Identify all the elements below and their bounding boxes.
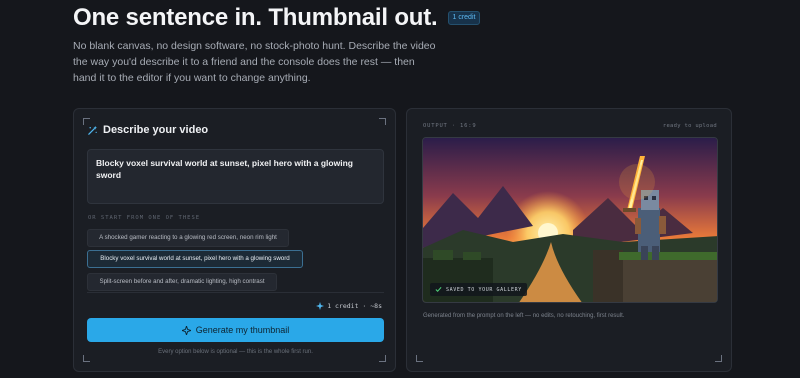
generate-button-label: Generate my thumbnail	[195, 325, 290, 335]
suggestion-chip[interactable]: Split-screen before and after, dramatic …	[87, 273, 277, 291]
frame-corner	[416, 355, 423, 362]
magic-wand-icon	[88, 125, 98, 135]
cost-text: 1 credit · ~8s	[327, 302, 382, 310]
suggestion-chip-selected[interactable]: Blocky voxel survival world at sunset, p…	[87, 250, 303, 268]
hero-title-row: One sentence in. Thumbnail out. 1 credit	[73, 4, 481, 31]
sparkle-icon	[181, 325, 191, 335]
divider	[87, 292, 384, 293]
frame-corner	[83, 118, 90, 125]
describe-panel-header: Describe your video	[87, 124, 208, 136]
frame-corner	[379, 355, 386, 362]
credit-badge: 1 credit	[447, 11, 481, 25]
prompt-input[interactable]: Blocky voxel survival world at sunset, p…	[87, 149, 384, 204]
output-status: ready to upload	[662, 123, 717, 129]
form-footnote: Every option below is optional — this is…	[158, 349, 313, 355]
page-title: One sentence in. Thumbnail out.	[73, 4, 438, 31]
generated-thumbnail[interactable]: SAVED TO YOUR GALLERY	[422, 137, 718, 303]
check-icon	[435, 286, 442, 293]
describe-panel-title: Describe your video	[103, 124, 209, 136]
output-caption: Generated from the prompt on the left — …	[423, 313, 625, 319]
sparkle-icon	[316, 302, 325, 310]
thumbnail-image	[423, 138, 717, 302]
frame-corner	[379, 118, 386, 125]
generate-button[interactable]: Generate my thumbnail	[87, 318, 384, 342]
saved-tag: SAVED TO YOUR GALLERY	[430, 283, 527, 296]
saved-tag-text: SAVED TO YOUR GALLERY	[446, 286, 522, 293]
frame-corner	[715, 355, 722, 362]
hero-description: No blank canvas, no design software, no …	[73, 40, 436, 84]
frame-corner	[83, 355, 90, 362]
cost-indicator: 1 credit · ~8s	[316, 302, 382, 310]
output-panel: OUTPUT · 16:9 ready to upload SAVED TO Y…	[406, 108, 732, 372]
output-label: OUTPUT · 16:9	[423, 123, 477, 129]
describe-panel: Describe your video Blocky voxel surviva…	[73, 108, 396, 372]
suggestion-chip[interactable]: A shocked gamer reacting to a glowing re…	[87, 229, 289, 247]
suggestions-label: OR START FROM ONE OF THESE	[88, 215, 201, 221]
